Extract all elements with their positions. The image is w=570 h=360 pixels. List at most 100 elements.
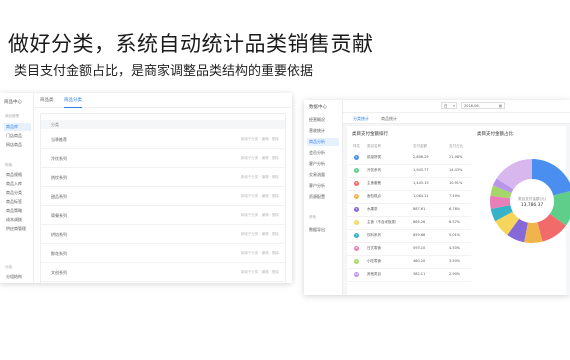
payment-amount: 1,943.77 [413, 168, 429, 172]
category-name: 热饮系列 [51, 175, 67, 180]
left-screenshot: 商品中心 商品管理 商品库 门店商品 网店商品 规格 商品规格 商品入库 商品分… [0, 93, 292, 283]
left-nav-item[interactable]: 门店商品 [4, 132, 31, 140]
payment-amount: 1,443.15 [413, 181, 429, 185]
rank-badge: 8 [354, 246, 359, 251]
right-tabs: 分类统计 商品统计 [343, 112, 570, 124]
left-nav-item[interactable]: 网店商品 [4, 141, 31, 149]
left-nav-item[interactable]: 供应商管理 [4, 225, 31, 233]
ranking-title: 类目支付金额排行 [352, 132, 388, 137]
tab-product-type[interactable]: 商品类 [40, 97, 54, 103]
row-actions[interactable]: 新增子分类 · 编辑 · 删除 [241, 137, 279, 142]
rank-badge: 4 [354, 194, 359, 199]
row-actions[interactable]: 新增子分类 · 编辑 · 删除 [241, 270, 279, 275]
row-actions[interactable]: 新增子分类 · 编辑 · 删除 [241, 232, 279, 237]
category-name: 面包糕点 [367, 194, 381, 198]
right-nav-item[interactable]: 客户分析 [307, 160, 339, 168]
payment-share: 2.90% [449, 272, 461, 276]
category-name: 冷饮系列 [51, 156, 67, 161]
payment-share: 5.01% [449, 233, 461, 237]
payment-amount: 593.10 [413, 246, 426, 250]
category-name: 其他类目 [367, 272, 381, 276]
category-name: 水果茶 [367, 207, 378, 211]
category-name: 甜品系列 [51, 194, 67, 199]
row-actions[interactable]: 新增子分类 · 编辑 · 删除 [241, 251, 279, 256]
ranking-row: 6 主食（不含米饭类） 865.26 6.57% [347, 217, 471, 230]
payment-share: 7.40% [449, 194, 461, 198]
table-row[interactable]: 甜品系列 新增子分类 · 编辑 · 删除 [41, 187, 285, 206]
left-nav-item[interactable]: 商品规格 [4, 171, 31, 179]
ranking-row: 8 日式零食 593.10 4.50% [347, 243, 471, 256]
row-actions[interactable]: 新增子分类 · 编辑 · 删除 [241, 156, 279, 161]
left-nav-item[interactable]: 商品库 [4, 123, 31, 131]
table-row[interactable]: 鲜花系列 新增子分类 · 编辑 · 删除 [41, 244, 285, 263]
left-nav-item[interactable]: 商品入库 [4, 180, 31, 188]
category-name: 简餐系列 [51, 213, 67, 218]
category-name: 烘焙系列 [51, 232, 67, 237]
column-header: 排名 [353, 144, 360, 148]
ranking-row: 2 冷饮系列 1,943.77 14.43% [347, 165, 471, 178]
rank-badge: 3 [354, 181, 359, 186]
table-row[interactable]: 文创系列 新增子分类 · 编辑 · 删除 [41, 263, 285, 282]
tab-product-category[interactable]: 商品分类 [64, 97, 82, 108]
rank-badge: 5 [354, 207, 359, 212]
left-nav-item[interactable]: 商品标签 [4, 198, 31, 206]
ranking-row: 10 其他类目 382.11 2.90% [347, 269, 471, 282]
left-sidebar-title: 商品中心 [4, 100, 22, 105]
right-nav-item[interactable]: 交易流量 [307, 171, 339, 179]
category-name: 小吃零食 [367, 259, 381, 263]
column-header: 支付金额 [413, 144, 427, 148]
payment-share: 3.50% [449, 259, 461, 263]
rank-badge: 7 [354, 233, 359, 238]
category-name: 文创系列 [51, 270, 67, 275]
payment-amount: 2,806.29 [413, 155, 429, 159]
table-row[interactable]: 烘焙系列 新增子分类 · 编辑 · 删除 [41, 225, 285, 244]
right-sidebar-title: 数据中心 [309, 105, 327, 110]
rank-badge: 1 [354, 155, 359, 160]
category-table: 分类 当季推荐 新增子分类 · 编辑 · 删除 冷饮系列 新增子分类 · 编辑 · … [40, 113, 286, 283]
payment-amount: 659.68 [413, 233, 426, 237]
rank-badge: 10 [354, 272, 359, 277]
pie-title: 类目支付金额占比 [477, 132, 513, 137]
period-select[interactable]: 日 ▾ [441, 102, 457, 109]
ranking-row: 9 小吃零食 460.20 3.50% [347, 256, 471, 269]
table-row[interactable]: 简餐系列 新增子分类 · 编辑 · 删除 [41, 206, 285, 225]
right-nav-item[interactable]: 资源配置 [307, 193, 339, 201]
table-row[interactable]: 当季推荐 新增子分类 · 编辑 · 删除 [41, 130, 285, 149]
pie-center-label: 类目支付金额(元) [518, 196, 547, 201]
tab-product-stats[interactable]: 商品统计 [381, 116, 397, 122]
left-nav-item[interactable]: 成本调拨 [4, 216, 31, 224]
left-nav-item[interactable]: 商品分类 [4, 189, 31, 197]
payment-share: 6.76% [449, 207, 461, 211]
pie-center-value: 13,786.37 [521, 202, 544, 208]
period-select-value: 日 [444, 104, 448, 108]
calendar-icon: ▦ [498, 104, 502, 108]
right-nav-item[interactable]: 营收统计 [307, 127, 339, 135]
tab-category-stats[interactable]: 分类统计 [353, 116, 369, 122]
right-nav-item[interactable]: 会员分析 [307, 149, 339, 157]
right-nav-item[interactable]: 经营概况 [307, 116, 339, 124]
date-picker[interactable]: 2018-06- ▦ [461, 102, 505, 109]
right-nav-item[interactable]: 商品分析 [307, 138, 339, 146]
right-screenshot: 数据中心 经营概况 营收统计 商品分析 会员分析 客户分析 交易流量 客户分析 … [304, 100, 570, 295]
category-name: 饮料系列 [367, 233, 381, 237]
table-row[interactable]: 冷饮系列 新增子分类 · 编辑 · 删除 [41, 149, 285, 168]
left-nav-item[interactable]: 商品策略 [4, 207, 31, 215]
category-name: 主食（不含米饭类） [367, 220, 399, 224]
right-nav-item[interactable]: 数据导出 [307, 226, 339, 234]
row-actions[interactable]: 新增子分类 · 编辑 · 删除 [241, 213, 279, 218]
left-nav-item[interactable]: 分组结构 [4, 273, 31, 281]
row-actions[interactable]: 新增子分类 · 编辑 · 删除 [241, 175, 279, 180]
rank-badge: 2 [354, 168, 359, 173]
left-group-label: 分组 [5, 265, 12, 269]
right-group-label: 其他 [309, 215, 316, 219]
right-nav-item[interactable]: 客户分析 [307, 182, 339, 190]
chevron-down-icon: ▾ [453, 104, 455, 108]
left-tabs: 商品类 商品分类 [34, 93, 292, 108]
column-header: 支付占比 [449, 144, 463, 148]
ranking-row: 1 烘焙饼类 2,806.29 21.08% [347, 152, 471, 165]
subline: 类目支付金额占比，是商家调整品类结构的重要依据 [14, 64, 314, 79]
row-actions[interactable]: 新增子分类 · 编辑 · 删除 [241, 194, 279, 199]
payment-amount: 865.26 [413, 220, 426, 224]
table-row[interactable]: 热饮系列 新增子分类 · 编辑 · 删除 [41, 168, 285, 187]
ranking-row: 4 面包糕点 1,084.11 7.40% [347, 191, 471, 204]
